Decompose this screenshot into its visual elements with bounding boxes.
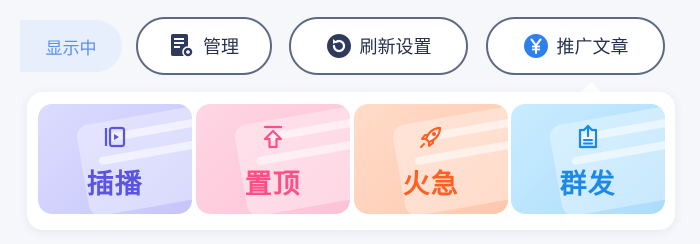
broadcast-icon — [511, 122, 665, 152]
status-pill: 显示中 — [20, 20, 122, 72]
manage-doc-gear-icon — [169, 33, 195, 59]
pin-top-icon — [196, 122, 350, 152]
tile-urgent[interactable]: 火急 — [354, 104, 508, 214]
tile-pin-top[interactable]: 置顶 — [196, 104, 350, 214]
promotion-options-popup: 插播 置顶 火急 群发 — [27, 92, 675, 230]
status-label: 显示中 — [45, 38, 97, 59]
insert-icon — [38, 122, 192, 152]
rocket-icon — [354, 122, 508, 152]
yen-icon — [523, 33, 549, 59]
tile-pin-top-label: 置顶 — [245, 169, 301, 200]
refresh-settings-button[interactable]: 刷新设置 — [289, 17, 468, 75]
promote-article-label: 推广文章 — [556, 37, 629, 58]
manage-label: 管理 — [203, 37, 239, 58]
tile-insert[interactable]: 插播 — [38, 104, 192, 214]
tile-insert-label: 插播 — [87, 169, 143, 200]
promote-article-button[interactable]: 推广文章 — [486, 17, 665, 75]
tile-mass-send[interactable]: 群发 — [511, 104, 665, 214]
refresh-icon — [326, 33, 352, 59]
refresh-settings-label: 刷新设置 — [359, 37, 432, 58]
manage-button[interactable]: 管理 — [136, 17, 272, 75]
tile-urgent-label: 火急 — [403, 169, 459, 200]
tile-mass-send-label: 群发 — [560, 169, 616, 200]
